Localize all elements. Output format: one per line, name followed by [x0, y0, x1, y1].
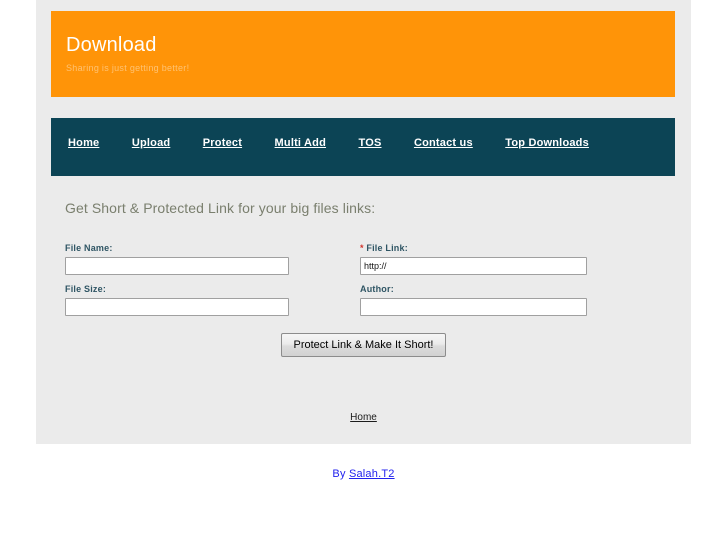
submit-row: Protect Link & Make It Short!	[36, 333, 691, 357]
file-name-label: File Name:	[65, 243, 113, 253]
site-title: Download	[66, 34, 157, 56]
nav-link-protect[interactable]: Protect	[203, 137, 242, 149]
nav-link-upload[interactable]: Upload	[132, 137, 170, 149]
nav-link-multi-add[interactable]: Multi Add	[275, 137, 327, 149]
main-navigation: Home Upload Protect Multi Add TOS Contac…	[51, 118, 675, 176]
nav-item-multi-add[interactable]: Multi Add	[275, 133, 327, 151]
form-column-left: File Name: File Size:	[65, 243, 325, 325]
file-name-input[interactable]	[65, 257, 289, 275]
nav-link-contact-us[interactable]: Contact us	[414, 137, 473, 149]
file-link-label-text: File Link:	[366, 243, 408, 253]
nav-list: Home Upload Protect Multi Add TOS Contac…	[68, 133, 617, 151]
credit-prefix: By	[332, 468, 346, 480]
nav-item-protect[interactable]: Protect	[203, 133, 242, 151]
nav-item-tos[interactable]: TOS	[358, 133, 381, 151]
page-container: Download Sharing is just getting better!…	[36, 0, 691, 444]
file-link-label: * File Link:	[360, 243, 620, 254]
site-banner: Download Sharing is just getting better!	[51, 11, 675, 97]
nav-item-contact-us[interactable]: Contact us	[414, 133, 473, 151]
bottom-link-row: Home	[36, 407, 691, 425]
protect-link-submit-button[interactable]: Protect Link & Make It Short!	[281, 333, 446, 357]
file-size-label: File Size:	[65, 284, 107, 294]
footer-credit: By Salah.T2	[0, 468, 727, 480]
author-label: Author:	[360, 284, 394, 294]
page-title: Get Short & Protected Link for your big …	[65, 200, 376, 216]
file-size-input[interactable]	[65, 298, 289, 316]
form-column-right: * File Link: Author:	[360, 243, 620, 325]
credit-author-link[interactable]: Salah.T2	[349, 468, 395, 480]
nav-item-home[interactable]: Home	[68, 133, 99, 151]
nav-item-upload[interactable]: Upload	[132, 133, 170, 151]
bottom-home-link[interactable]: Home	[350, 412, 377, 423]
site-tagline: Sharing is just getting better!	[66, 63, 190, 73]
author-input[interactable]	[360, 298, 587, 316]
nav-item-top-downloads[interactable]: Top Downloads	[505, 133, 589, 151]
nav-link-home[interactable]: Home	[68, 137, 99, 149]
file-link-input[interactable]	[360, 257, 587, 275]
nav-link-tos[interactable]: TOS	[358, 137, 381, 149]
required-asterisk-icon: *	[360, 243, 364, 253]
nav-link-top-downloads[interactable]: Top Downloads	[505, 137, 589, 149]
